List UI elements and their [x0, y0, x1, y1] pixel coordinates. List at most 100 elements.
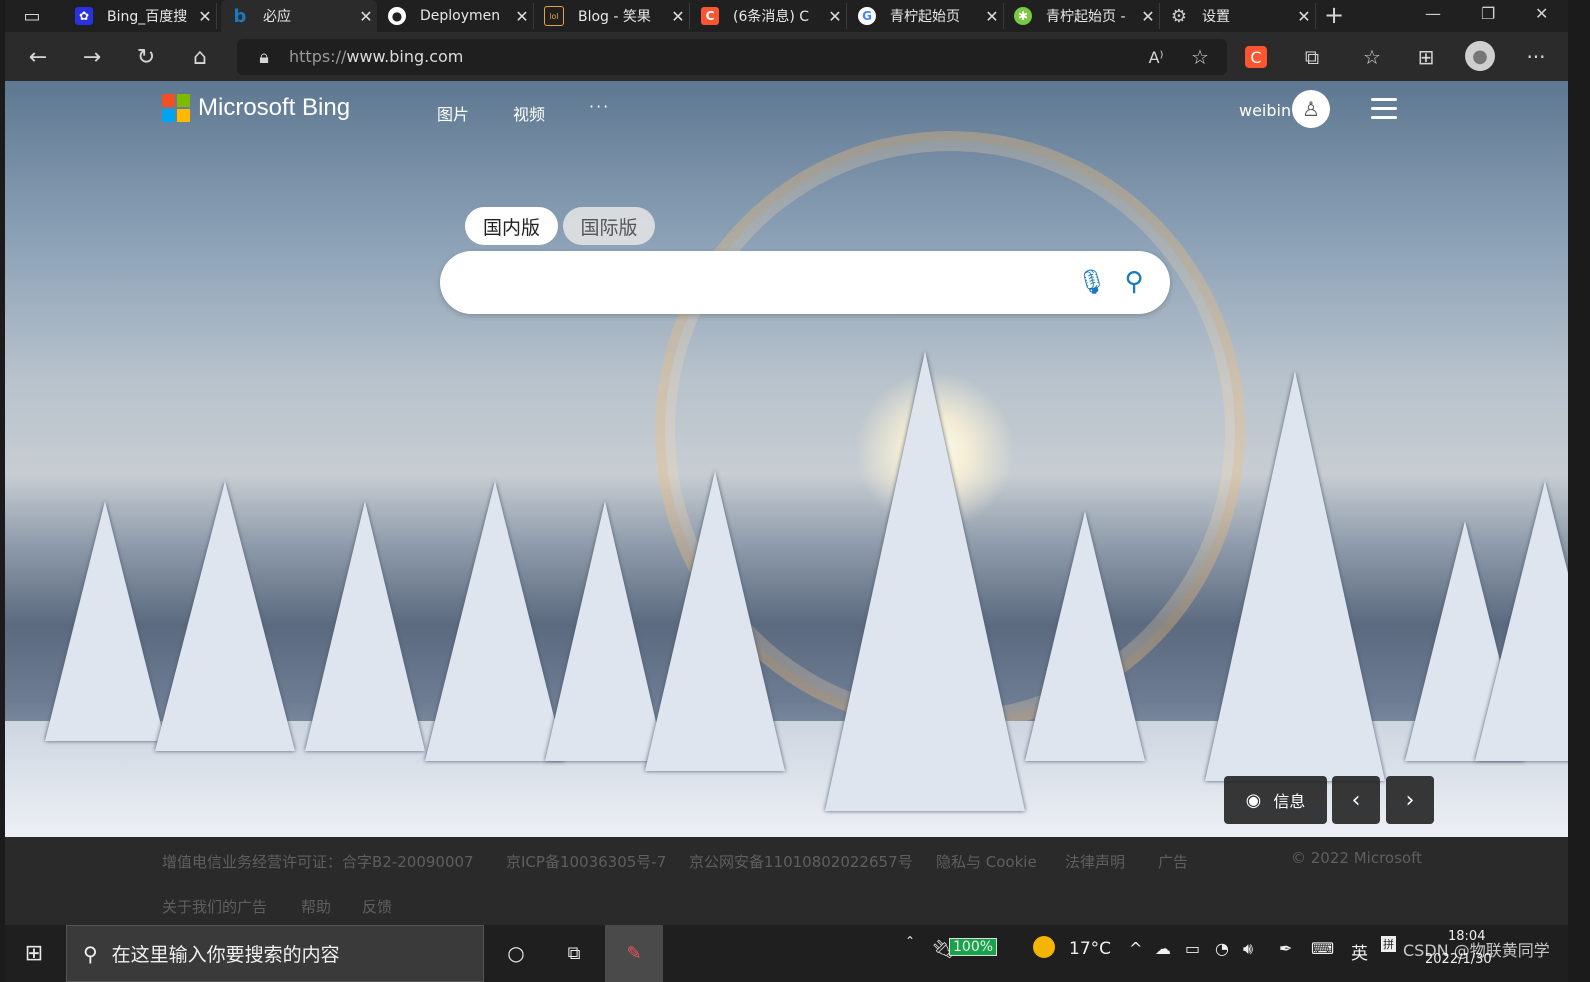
pen-icon[interactable]: ✒: [1279, 939, 1292, 958]
home-icon[interactable]: ⌂: [187, 44, 213, 70]
tab-qingning-1[interactable]: G 青柠起始页 ✕: [848, 3, 1004, 29]
extensions-icon[interactable]: ⧉: [1299, 44, 1325, 70]
bing-logo[interactable]: Microsoft Bing: [162, 94, 350, 122]
close-tab-icon[interactable]: ✕: [194, 7, 216, 26]
footer-police[interactable]: 京公网安备11010802022657号: [689, 851, 913, 872]
tab-title: 必应: [263, 9, 291, 25]
battery-indicator[interactable]: 100%: [949, 938, 998, 956]
footer-license[interactable]: 增值电信业务经营许可证：合字B2-20090007: [162, 851, 474, 872]
background-tree: [1205, 371, 1385, 781]
taskbar-search-text: 在这里输入你要搜索的内容: [111, 944, 340, 966]
collections-icon[interactable]: ⊞: [1413, 44, 1439, 70]
weather-temperature[interactable]: 17°C: [1069, 939, 1111, 959]
footer-feedback[interactable]: 反馈: [362, 896, 392, 917]
close-tab-icon[interactable]: ✕: [981, 7, 1003, 26]
bing-homepage: Microsoft Bing 图片 视频 ··· weibin ♙ 国内版 国际…: [5, 81, 1568, 837]
close-tab-icon[interactable]: ✕: [1293, 7, 1315, 26]
task-view-icon[interactable]: ⧉: [559, 933, 589, 973]
address-bar[interactable]: 🔒︎ https://www.bing.com A⁾ ☆: [237, 39, 1227, 75]
tab-title: Blog - 笑果: [578, 9, 651, 25]
taskbar-search[interactable]: ⚲ 在这里输入你要搜索的内容: [66, 925, 484, 982]
tray-overflow-icon[interactable]: ⌃: [905, 931, 915, 951]
forward-icon[interactable]: →: [79, 44, 105, 70]
close-tab-icon[interactable]: ✕: [511, 7, 533, 26]
google-icon: G: [858, 7, 876, 25]
hamburger-menu-icon[interactable]: [1371, 98, 1397, 125]
restore-icon[interactable]: ❐: [1481, 4, 1495, 23]
footer-icp[interactable]: 京ICP备10036305号-7: [506, 851, 666, 872]
github-icon: ●: [388, 7, 406, 25]
close-tab-icon[interactable]: ✕: [355, 7, 377, 26]
url-text[interactable]: https://www.bing.com: [289, 47, 463, 66]
nav-images[interactable]: 图片: [437, 101, 469, 125]
nav-videos[interactable]: 视频: [513, 101, 545, 125]
tab-blog[interactable]: lol Blog - 笑果 ✕: [534, 3, 690, 29]
info-button[interactable]: ◉ 信息: [1224, 776, 1327, 824]
username[interactable]: weibin: [1239, 101, 1291, 120]
background-tree: [1025, 511, 1145, 761]
tab-csdn[interactable]: C (6条消息) C ✕: [691, 3, 847, 29]
search-box: 🎙︎ ⚲: [440, 251, 1170, 314]
csdn-extension-icon[interactable]: C: [1245, 46, 1267, 68]
browser-window: ▭ ✿ Bing_百度搜 ✕ b 必应 ✕ ● Deploymen ✕ lol …: [5, 0, 1568, 982]
onedrive-icon[interactable]: ☁: [1155, 939, 1171, 958]
ime-mode-icon[interactable]: 拼: [1381, 936, 1396, 952]
background-tree: [645, 471, 785, 771]
keyboard-icon[interactable]: ⌨: [1311, 939, 1334, 958]
volume-icon[interactable]: 🔊︎: [1243, 939, 1253, 959]
more-icon[interactable]: ···: [1523, 44, 1549, 70]
search-input[interactable]: [468, 267, 1062, 299]
search-icon[interactable]: ⚲: [1116, 265, 1152, 299]
location-pin-icon: ◉: [1245, 789, 1262, 811]
profile-icon[interactable]: ●: [1465, 41, 1495, 71]
address-toolbar: ← → ↻ ⌂ 🔒︎ https://www.bing.com A⁾ ☆ C ⧉…: [5, 32, 1568, 81]
lock-icon[interactable]: 🔒︎: [251, 44, 277, 70]
gear-icon: ⚙: [1170, 5, 1188, 27]
nav-more[interactable]: ···: [589, 97, 610, 116]
tab-github[interactable]: ● Deploymen ✕: [378, 3, 534, 29]
url-protocol: https://: [289, 47, 347, 66]
next-image-icon[interactable]: ›: [1386, 776, 1434, 824]
footer-help[interactable]: 帮助: [301, 896, 331, 917]
page-footer: 增值电信业务经营许可证：合字B2-20090007 京ICP备10036305号…: [5, 837, 1568, 925]
back-icon[interactable]: ←: [25, 44, 51, 70]
read-aloud-icon[interactable]: A⁾: [1143, 44, 1169, 70]
input-method-indicator[interactable]: 英: [1351, 939, 1368, 964]
new-tab-button[interactable]: +: [1321, 1, 1347, 29]
cortana-icon[interactable]: ○: [501, 933, 531, 973]
csdn-watermark: CSDN @物联黄同学: [1403, 941, 1550, 960]
pinned-app-icon[interactable]: ✎: [605, 925, 663, 982]
close-tab-icon[interactable]: ✕: [824, 7, 846, 26]
footer-about-ads[interactable]: 关于我们的广告: [162, 896, 267, 917]
tab-baidu[interactable]: ✿ Bing_百度搜 ✕: [65, 3, 217, 29]
tab-title: 设置: [1202, 9, 1230, 25]
footer-privacy[interactable]: 隐私与 Cookie: [936, 851, 1037, 872]
tab-international[interactable]: 国际版: [563, 207, 655, 245]
close-tab-icon[interactable]: ✕: [667, 7, 689, 26]
windows-taskbar: ⊞ ⚲ 在这里输入你要搜索的内容 ○ ⧉ ✎ ⌃ 🔌︎ 100% 17°C ^ …: [5, 925, 1568, 982]
tab-settings[interactable]: ⚙ 设置 ✕: [1160, 3, 1316, 29]
close-window-icon[interactable]: ✕: [1535, 4, 1548, 23]
footer-ads[interactable]: 广告: [1158, 851, 1188, 872]
tab-qingning-2[interactable]: ✱ 青柠起始页 - ✕: [1004, 3, 1160, 29]
minimize-icon[interactable]: —: [1425, 4, 1441, 23]
tab-bing[interactable]: b 必应 ✕: [221, 0, 377, 32]
tab-actions-icon[interactable]: ▭: [19, 3, 45, 29]
bing-icon: b: [233, 5, 247, 27]
footer-legal[interactable]: 法律声明: [1065, 851, 1125, 872]
previous-image-icon[interactable]: ‹: [1332, 776, 1380, 824]
favorites-icon[interactable]: ☆: [1359, 44, 1385, 70]
windows-start-icon[interactable]: ⊞: [19, 933, 49, 973]
microsoft-logo-icon: [162, 94, 190, 122]
device-icon[interactable]: ▭: [1185, 939, 1200, 958]
tab-strip: ▭ ✿ Bing_百度搜 ✕ b 必应 ✕ ● Deploymen ✕ lol …: [5, 0, 1568, 32]
microphone-icon[interactable]: 🎙︎: [1076, 265, 1108, 299]
add-favorite-icon[interactable]: ☆: [1187, 44, 1213, 70]
close-tab-icon[interactable]: ✕: [1137, 7, 1159, 26]
tab-domestic[interactable]: 国内版: [465, 207, 558, 245]
show-hidden-icons-icon[interactable]: ^: [1129, 939, 1142, 958]
weather-sun-icon: [1033, 936, 1055, 958]
refresh-icon[interactable]: ↻: [133, 44, 159, 70]
user-avatar-icon[interactable]: ♙: [1292, 90, 1330, 128]
wifi-icon[interactable]: ◔: [1215, 939, 1229, 958]
